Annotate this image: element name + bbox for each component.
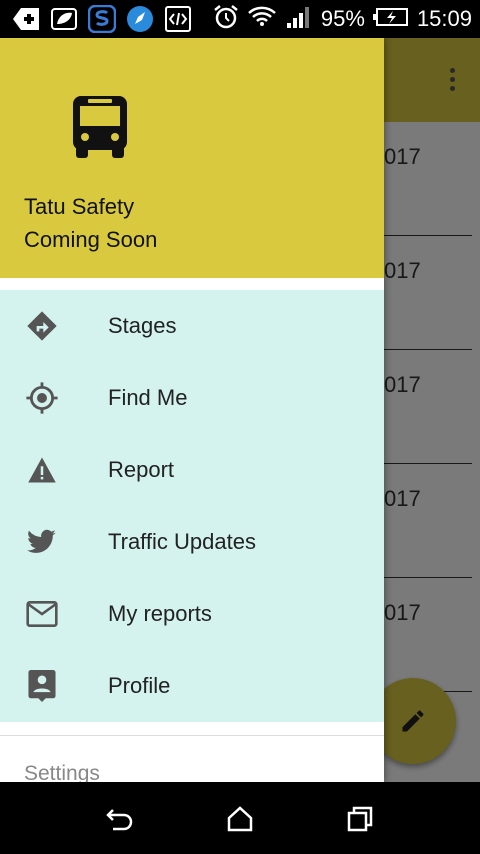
drawer-menu: Stages Find Me Report Traffic Updates My… <box>0 290 384 722</box>
twitter-icon <box>24 524 60 560</box>
warning-icon <box>24 452 60 488</box>
menu-label: Stages <box>108 313 177 338</box>
menu-item-report[interactable]: Report <box>0 434 384 506</box>
divider <box>0 735 384 736</box>
back-icon <box>106 809 133 831</box>
system-nav-bar <box>0 782 480 854</box>
mail-icon <box>24 596 60 632</box>
header-subtitle: Coming Soon <box>24 227 158 252</box>
menu-label: Report <box>108 457 175 482</box>
header-title: Tatu Safety <box>24 194 135 219</box>
account-box-icon <box>24 668 60 704</box>
back-button[interactable] <box>103 802 137 836</box>
home-icon <box>227 806 253 832</box>
alarm-icon <box>213 4 239 35</box>
rocket-app-icon <box>126 5 154 33</box>
navigation-drawer: Tatu Safety Coming Soon Stages Find Me R… <box>0 38 384 782</box>
menu-item-stages[interactable]: Stages <box>0 290 384 362</box>
drawer-header: Tatu Safety Coming Soon <box>0 38 384 278</box>
bus-icon <box>73 96 127 158</box>
menu-label: Traffic Updates <box>108 529 256 554</box>
menu-label: Profile <box>108 673 171 698</box>
menu-label: My reports <box>108 601 212 626</box>
menu-item-find-me[interactable]: Find Me <box>0 362 384 434</box>
wifi-icon <box>247 4 277 35</box>
menu-item-profile[interactable]: Profile <box>0 650 384 722</box>
s-app-icon <box>88 5 116 33</box>
home-button[interactable] <box>223 802 257 836</box>
add-notification-icon <box>12 5 40 33</box>
my-location-icon <box>24 380 60 416</box>
clock: 15:09 <box>416 6 472 31</box>
menu-label: Find Me <box>108 385 188 410</box>
code-app-icon <box>164 5 192 33</box>
battery-percent: 95% <box>320 6 365 31</box>
menu-item-my-reports[interactable]: My reports <box>0 578 384 650</box>
recents-button[interactable] <box>343 802 377 836</box>
signal-icon <box>285 5 313 34</box>
recents-icon <box>347 806 373 832</box>
battery-icon <box>372 7 409 32</box>
leaf-app-icon <box>50 5 78 33</box>
settings-item[interactable]: Settings <box>24 762 100 782</box>
directions-icon <box>24 308 60 344</box>
menu-item-traffic-updates[interactable]: Traffic Updates <box>0 506 384 578</box>
status-bar: 95% 15:09 <box>0 0 480 38</box>
